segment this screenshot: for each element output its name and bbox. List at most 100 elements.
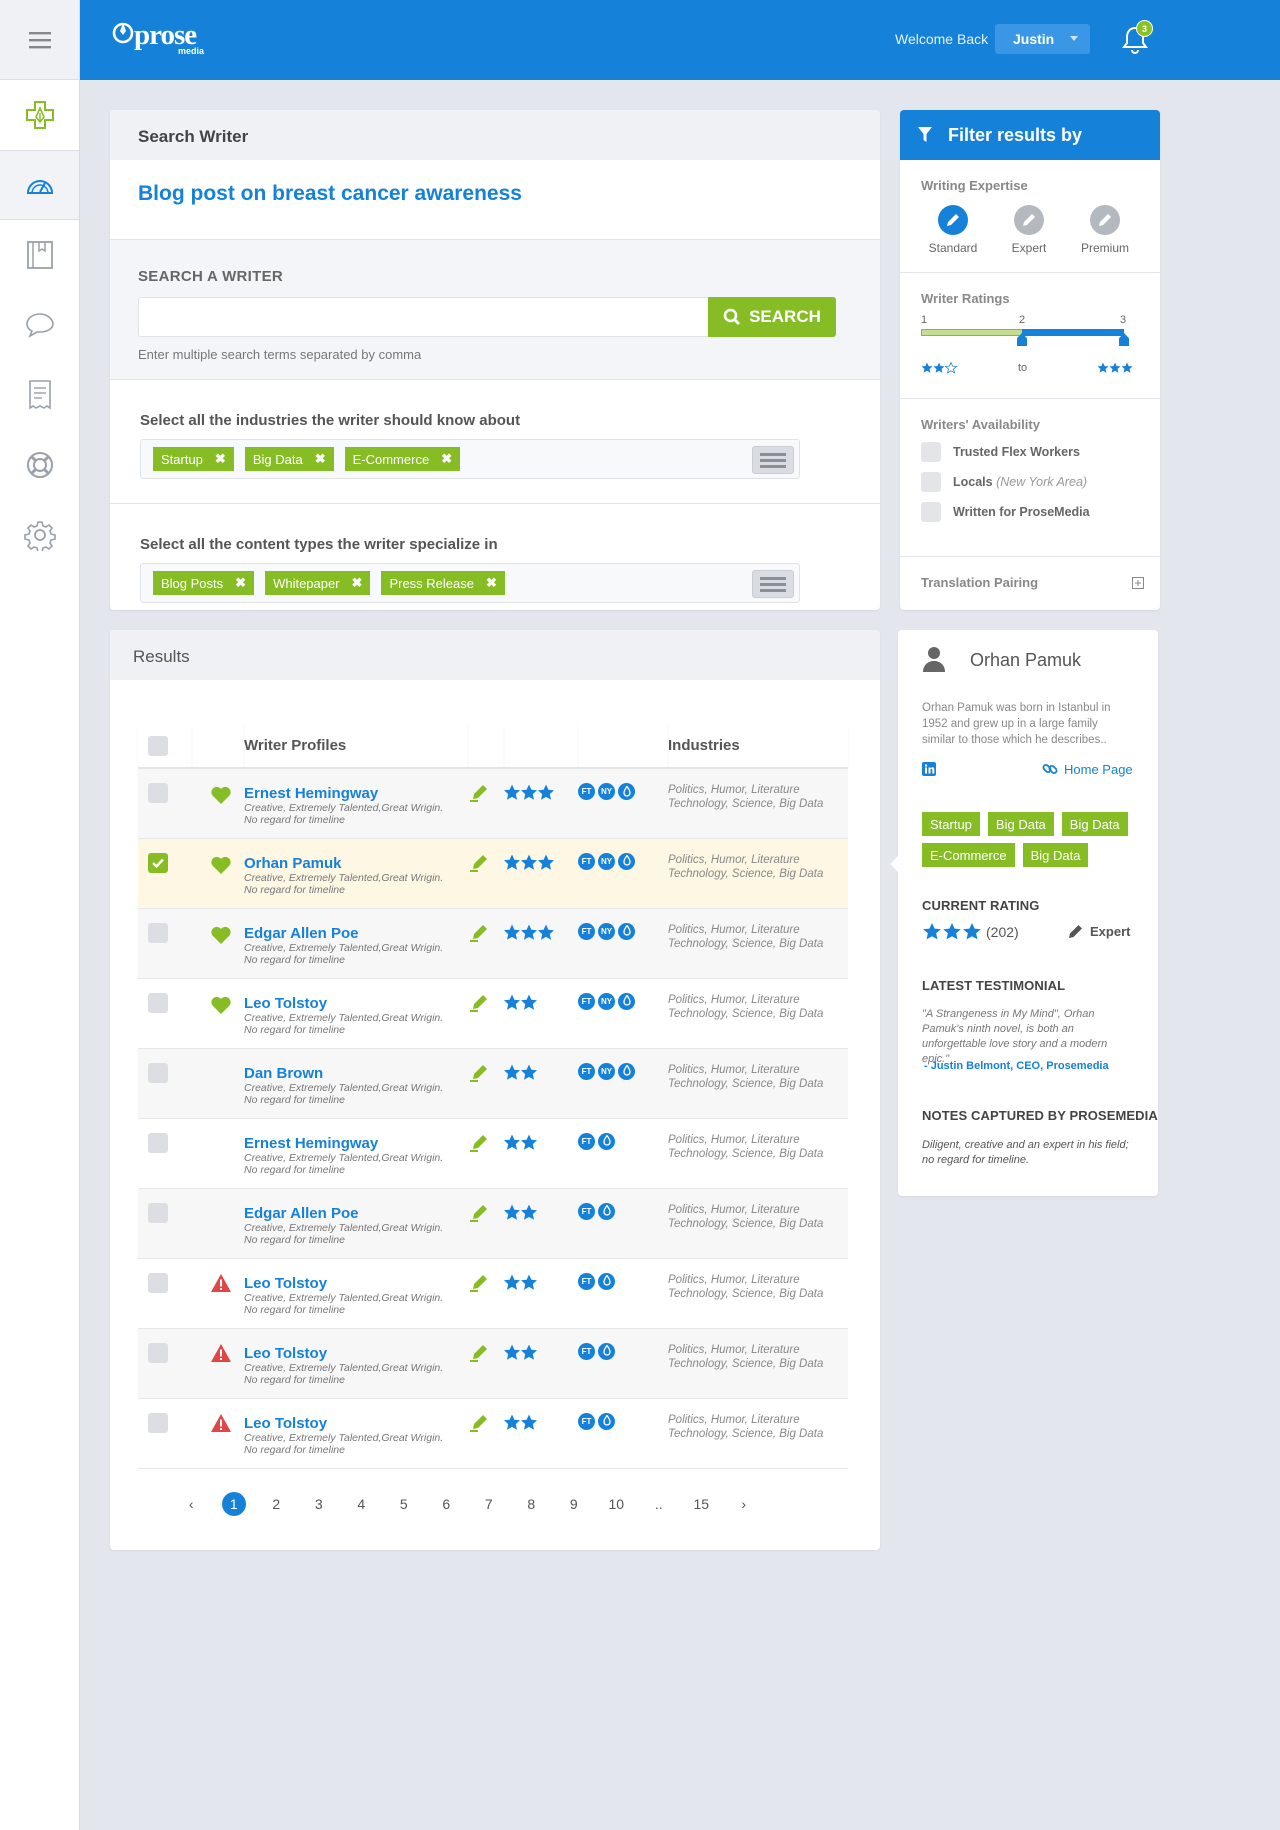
- availability-checkbox[interactable]: [921, 502, 941, 522]
- page-button[interactable]: 3: [298, 1496, 341, 1512]
- favorite-heart-icon[interactable]: [210, 925, 232, 945]
- prose-logo[interactable]: prose media: [112, 20, 204, 56]
- table-row[interactable]: Leo Tolstoy Creative, Extremely Talented,…: [138, 1398, 848, 1468]
- badge-label: FT: [581, 926, 592, 936]
- availability-checkbox[interactable]: [921, 442, 941, 462]
- content-types-list-button[interactable]: [752, 570, 794, 598]
- sidebar-item-add-project[interactable]: [0, 80, 79, 150]
- table-row[interactable]: Edgar Allen Poe Creative, Extremely Talen…: [138, 1188, 848, 1258]
- rating-range-slider[interactable]: 1 2 3 to: [921, 314, 1139, 386]
- writer-description: Creative, Extremely Talented,Great Wrigi…: [244, 871, 444, 884]
- writer-name-link[interactable]: Dan Brown: [244, 1065, 468, 1082]
- industries-tag-input[interactable]: Startup ✖ Big Data ✖ E-Commerce ✖: [140, 439, 800, 479]
- page-button[interactable]: 8: [510, 1496, 553, 1512]
- page-button[interactable]: 1: [213, 1492, 256, 1516]
- page-button[interactable]: 6: [425, 1496, 468, 1512]
- notifications-button[interactable]: 3: [1120, 20, 1153, 61]
- writer-name-link[interactable]: Edgar Allen Poe: [244, 1205, 468, 1222]
- expertise-option-expert[interactable]: Expert: [1001, 205, 1057, 255]
- row-checkbox[interactable]: [148, 783, 168, 803]
- translation-pairing-section[interactable]: Translation Pairing: [900, 557, 1160, 609]
- remove-tag-icon[interactable]: ✖: [215, 451, 226, 467]
- industry-tag[interactable]: Big Data ✖: [244, 447, 334, 471]
- table-row[interactable]: Dan Brown Creative, Extremely Talented,Gr…: [138, 1048, 848, 1118]
- availability-option[interactable]: Written for ProseMedia: [921, 502, 1139, 522]
- remove-tag-icon[interactable]: ✖: [315, 451, 326, 467]
- writer-name-link[interactable]: Leo Tolstoy: [244, 1275, 468, 1292]
- table-row[interactable]: Ernest Hemingway Creative, Extremely Tale…: [138, 768, 848, 838]
- settings-icon: [23, 521, 56, 551]
- availability-checkbox[interactable]: [921, 472, 941, 492]
- next-page-button[interactable]: ›: [723, 1496, 766, 1512]
- search-button[interactable]: SEARCH: [708, 297, 836, 337]
- content-type-tag[interactable]: Press Release ✖: [381, 571, 505, 595]
- industry-tag[interactable]: Startup ✖: [153, 447, 234, 471]
- writer-name-link[interactable]: Leo Tolstoy: [244, 995, 468, 1012]
- publication-badge: FT: [578, 1272, 595, 1290]
- ratings-label: Writer Ratings: [921, 291, 1010, 306]
- page-button[interactable]: 7: [468, 1496, 511, 1512]
- remove-tag-icon[interactable]: ✖: [441, 451, 452, 467]
- favorite-heart-icon[interactable]: [210, 995, 232, 1015]
- row-checkbox[interactable]: [148, 1272, 168, 1293]
- writer-name-link[interactable]: Ernest Hemingway: [244, 1135, 468, 1152]
- menu-button[interactable]: [0, 0, 79, 80]
- table-row[interactable]: Orhan Pamuk Creative, Extremely Talented,…: [138, 838, 848, 908]
- favorite-heart-icon[interactable]: [210, 785, 232, 805]
- sidebar-item-library[interactable]: [0, 220, 79, 290]
- page-button[interactable]: 15: [680, 1496, 723, 1512]
- table-row[interactable]: Leo Tolstoy Creative, Extremely Talented,…: [138, 1328, 848, 1398]
- table-row[interactable]: Leo Tolstoy Creative, Extremely Talented,…: [138, 978, 848, 1048]
- writer-name-link[interactable]: Ernest Hemingway: [244, 785, 468, 802]
- content-types-tag-input[interactable]: Blog Posts ✖ Whitepaper ✖ Press Release ✖: [140, 563, 800, 603]
- page-button[interactable]: 9: [553, 1496, 596, 1512]
- writer-name-link[interactable]: Orhan Pamuk: [244, 855, 468, 872]
- row-checkbox[interactable]: [148, 1132, 168, 1153]
- row-checkbox[interactable]: [148, 992, 168, 1013]
- table-row[interactable]: Leo Tolstoy Creative, Extremely Talented,…: [138, 1258, 848, 1328]
- writer-name-link[interactable]: Leo Tolstoy: [244, 1345, 468, 1362]
- page-button[interactable]: ..: [638, 1496, 681, 1512]
- linkedin-icon[interactable]: [922, 762, 936, 776]
- expertise-option-standard[interactable]: Standard: [925, 205, 981, 255]
- search-input[interactable]: [138, 297, 708, 337]
- writer-description: Creative, Extremely Talented,Great Wrigi…: [244, 1151, 444, 1164]
- page-button[interactable]: 4: [340, 1496, 383, 1512]
- sidebar-item-settings[interactable]: [0, 500, 79, 570]
- availability-text: Written for ProseMedia: [953, 505, 1090, 519]
- row-checkbox[interactable]: [148, 1412, 168, 1433]
- select-all-checkbox[interactable]: [148, 735, 168, 756]
- sidebar-item-invoices[interactable]: [0, 360, 79, 430]
- sidebar-item-chat[interactable]: [0, 290, 79, 360]
- sidebar-item-support[interactable]: [0, 430, 79, 500]
- industry-tag[interactable]: E-Commerce ✖: [344, 447, 461, 471]
- remove-tag-icon[interactable]: ✖: [486, 575, 497, 591]
- remove-tag-icon[interactable]: ✖: [235, 575, 246, 591]
- prev-page-button[interactable]: ‹: [170, 1496, 213, 1512]
- favorite-heart-icon[interactable]: [210, 855, 232, 875]
- table-row[interactable]: Edgar Allen Poe Creative, Extremely Talen…: [138, 908, 848, 978]
- row-checkbox[interactable]: [148, 852, 168, 873]
- page-button[interactable]: 2: [255, 1496, 298, 1512]
- row-checkbox[interactable]: [148, 922, 168, 943]
- availability-option[interactable]: Trusted Flex Workers: [921, 442, 1139, 462]
- industries-list-button[interactable]: [752, 446, 794, 474]
- sidebar-item-dashboard[interactable]: [0, 150, 79, 220]
- page-button[interactable]: 10: [595, 1496, 638, 1512]
- content-type-tag[interactable]: Blog Posts ✖: [153, 571, 255, 595]
- row-checkbox[interactable]: [148, 1062, 168, 1083]
- writer-name-link[interactable]: Leo Tolstoy: [244, 1415, 468, 1432]
- writer-name-link[interactable]: Edgar Allen Poe: [244, 925, 468, 942]
- expertise-option-premium[interactable]: Premium: [1077, 205, 1133, 255]
- expand-plus-icon[interactable]: [1132, 577, 1144, 589]
- availability-option[interactable]: Locals (New York Area): [921, 472, 1139, 492]
- user-menu-button[interactable]: Justin: [995, 24, 1090, 54]
- content-type-tag[interactable]: Whitepaper ✖: [265, 571, 371, 595]
- remove-tag-icon[interactable]: ✖: [352, 575, 363, 591]
- homepage-link[interactable]: Home Page: [1042, 761, 1133, 777]
- row-checkbox[interactable]: [148, 1342, 168, 1363]
- table-row[interactable]: Ernest Hemingway Creative, Extremely Tale…: [138, 1118, 848, 1188]
- notification-count-badge: 3: [1136, 20, 1153, 37]
- page-button[interactable]: 5: [383, 1496, 426, 1512]
- row-checkbox[interactable]: [148, 1202, 168, 1223]
